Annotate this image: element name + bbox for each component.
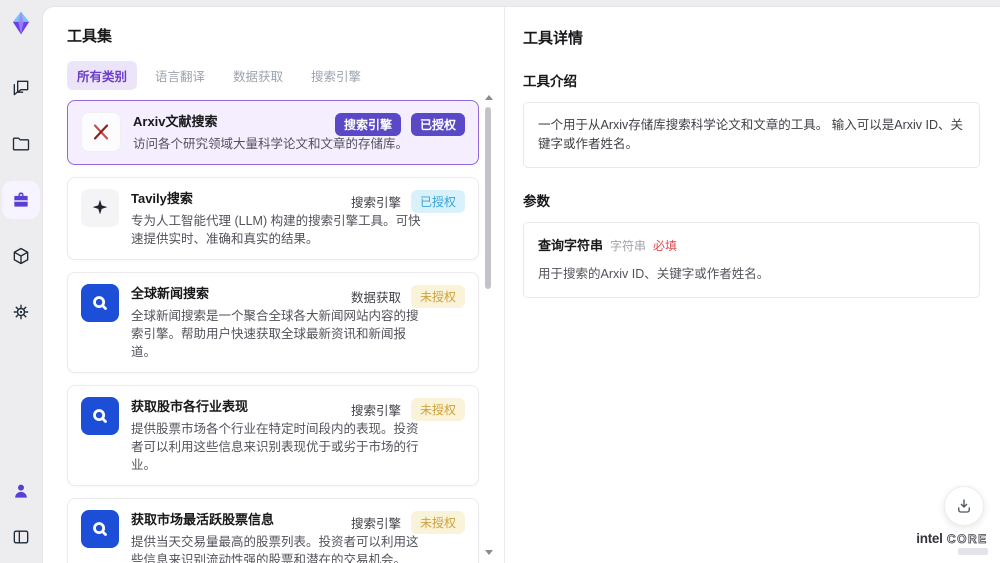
tool-tags: 搜索引擎 已授权: [334, 113, 465, 136]
tab-1[interactable]: 所有类别: [67, 61, 138, 90]
tool-status-badge: 未授权: [410, 398, 465, 421]
ultra-badge: [958, 548, 988, 555]
tool-card-2[interactable]: Tavily搜索 专为人工智能代理 (LLM) 构建的搜索引擎工具。可快速提供实时…: [67, 177, 479, 260]
chat-icon[interactable]: [5, 72, 37, 104]
tool-status-badge: 已授权: [410, 113, 465, 136]
tool-description: 专为人工智能代理 (LLM) 构建的搜索引擎工具。可快速提供实时、准确和真实的结…: [131, 214, 421, 246]
tool-category-label: 搜索引擎: [350, 196, 401, 210]
list-scrollbar: [484, 93, 493, 557]
tool-tags: 搜索引擎 未授权: [351, 511, 465, 534]
tool-tags: 搜索引擎 未授权: [351, 398, 465, 421]
intel-core-logo: intel CORE: [916, 532, 988, 555]
tool-status-badge: 未授权: [410, 285, 465, 308]
tool-card-5[interactable]: 获取市场最活跃股票信息 提供当天交易量最高的股票列表。投资者可以利用这些信息来识别…: [67, 498, 479, 563]
tool-tags: 搜索引擎 已授权: [351, 190, 465, 213]
tool-description: 提供当天交易量最高的股票列表。投资者可以利用这些信息来识别流动性强的股票和潜在的…: [131, 535, 419, 563]
panel-toggle-icon[interactable]: [5, 521, 37, 553]
tab-3[interactable]: 数据获取: [223, 61, 293, 90]
tool-details-panel: 工具详情 工具介绍 一个用于从Arxiv存储库搜索科学论文和文章的工具。 输入可…: [504, 7, 1000, 563]
tool-card-4[interactable]: 获取股市各行业表现 提供股票市场各个行业在特定时间段内的表现。投资者可以利用这些信…: [67, 385, 479, 486]
intro-text: 一个用于从Arxiv存储库搜索科学论文和文章的工具。 输入可以是Arxiv ID…: [523, 102, 980, 168]
params-heading: 参数: [523, 194, 550, 209]
tool-category-label: 数据获取: [350, 291, 401, 305]
arxiv-icon: [81, 112, 121, 152]
tool-description: 提供股票市场各个行业在特定时间段内的表现。投资者可以利用这些信息来识别表现优于或…: [131, 422, 419, 472]
details-title: 工具详情: [523, 30, 584, 47]
sparkle-icon: [81, 189, 119, 227]
tab-4[interactable]: 搜索引擎: [301, 61, 371, 90]
tool-status-badge: 未授权: [410, 511, 465, 534]
tools-briefcase-icon[interactable]: [5, 184, 37, 216]
param-box: 查询字符串 字符串 必填用于搜索的Arxiv ID、关键字或作者姓名。: [523, 222, 980, 298]
tool-category-label: 搜索引擎: [334, 113, 401, 136]
tool-card-3[interactable]: 全球新闻搜索 全球新闻搜索是一个聚合全球各大新闻网站内容的搜索引擎。帮助用户快速获…: [67, 272, 479, 373]
main-content: 工具集 所有类别 语言翻译 数据获取 搜索引擎 Arxiv文献搜索 访问各个研究领域大量…: [42, 6, 1000, 563]
param-required-label: 必填: [653, 239, 678, 253]
tool-description: 全球新闻搜索是一个聚合全球各大新闻网站内容的搜索引擎。帮助用户快速获取全球最新资…: [131, 309, 419, 359]
app-root: 工具集 所有类别 语言翻译 数据获取 搜索引擎 Arxiv文献搜索 访问各个研究领域大量…: [0, 0, 1000, 563]
intro-heading: 工具介绍: [523, 74, 577, 89]
tool-category-label: 搜索引擎: [350, 517, 401, 531]
tool-description: 访问各个研究领域大量科学论文和文章的存储库。: [133, 137, 409, 151]
scroll-up-icon[interactable]: [485, 95, 493, 100]
toolset-panel: 工具集 所有类别 语言翻译 数据获取 搜索引擎 Arxiv文献搜索 访问各个研究领域大量…: [43, 7, 504, 563]
scrollbar-thumb[interactable]: [485, 107, 491, 289]
sidebar-bottom: [0, 475, 42, 553]
tool-category-label: 搜索引擎: [350, 404, 401, 418]
user-avatar-icon[interactable]: [5, 475, 37, 507]
scroll-down-icon[interactable]: [485, 550, 493, 555]
param-description: 用于搜索的Arxiv ID、关键字或作者姓名。: [538, 267, 770, 281]
package-icon[interactable]: [5, 240, 37, 272]
tool-tags: 数据获取 未授权: [351, 285, 465, 308]
sidebar-nav: [5, 72, 37, 328]
intel-wordmark: intel: [916, 531, 943, 546]
param-name: 查询字符串 字符串 必填: [538, 236, 965, 256]
download-button[interactable]: [944, 486, 984, 526]
tool-card-1[interactable]: Arxiv文献搜索 访问各个研究领域大量科学论文和文章的存储库。 搜索引擎 已授权: [67, 100, 479, 165]
sidebar: [0, 0, 42, 563]
tool-status-badge: 已授权: [410, 190, 465, 213]
param-type-label: 字符串: [610, 239, 647, 253]
toolset-title: 工具集: [67, 28, 113, 45]
core-wordmark: CORE: [947, 532, 988, 547]
folder-icon[interactable]: [5, 128, 37, 160]
blue-search-icon: [81, 284, 119, 322]
tool-list: Arxiv文献搜索 访问各个研究领域大量科学论文和文章的存储库。 搜索引擎 已授权 Ta…: [67, 100, 479, 563]
settings-gear-icon[interactable]: [5, 296, 37, 328]
blue-search-icon: [81, 510, 119, 548]
category-tabs: 所有类别 语言翻译 数据获取 搜索引擎: [67, 61, 504, 90]
app-logo-icon: [6, 8, 36, 38]
blue-search-icon: [81, 397, 119, 435]
param-name-text: 查询字符串: [538, 238, 604, 253]
param-row-1: 查询字符串 字符串 必填用于搜索的Arxiv ID、关键字或作者姓名。: [538, 236, 965, 284]
tab-2[interactable]: 语言翻译: [145, 61, 215, 90]
